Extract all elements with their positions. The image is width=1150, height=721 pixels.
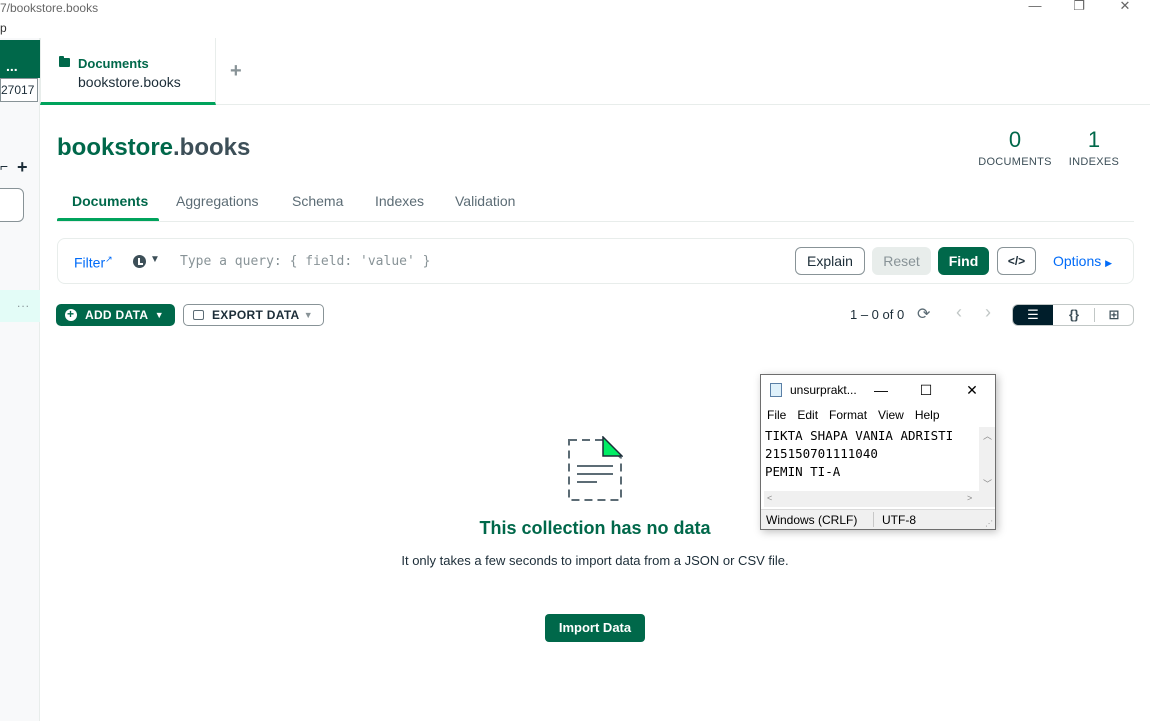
subtab-documents[interactable]: Documents — [72, 193, 148, 209]
scroll-right-icon[interactable]: > — [967, 493, 972, 503]
notepad-menu-help[interactable]: Help — [915, 408, 940, 422]
notepad-text-area[interactable]: TIKTA SHAPA VANIA ADRISTI 21515070111104… — [764, 427, 979, 491]
folder-icon — [59, 56, 70, 67]
scroll-left-icon[interactable]: < — [767, 493, 772, 503]
next-page-icon[interactable]: › — [985, 302, 991, 323]
notepad-horizontal-scrollbar[interactable]: < > — [764, 491, 979, 507]
connection-host-field[interactable]: 27017 — [0, 78, 38, 102]
notepad-menu-file[interactable]: File — [767, 408, 786, 422]
add-database-button[interactable]: + — [17, 157, 28, 178]
window-title: 7/bookstore.books — [0, 1, 99, 15]
line-ending-status: Windows (CRLF) — [766, 513, 858, 527]
notepad-icon — [770, 383, 782, 397]
add-tab-button[interactable]: + — [230, 60, 242, 83]
caret-down-icon: ▼ — [154, 310, 164, 320]
notepad-minimize-button[interactable]: — — [866, 380, 896, 400]
refresh-icon[interactable]: ⟳ — [917, 304, 930, 324]
window-restore-button[interactable]: ❐ — [1064, 0, 1094, 14]
code-view-button[interactable]: </> — [997, 247, 1036, 275]
empty-state-description: It only takes a few seconds to import da… — [401, 553, 789, 568]
collection-subtabs: Documents Aggregations Schema Indexes Va… — [57, 183, 1134, 222]
indexes-stat: 1 INDEXES — [1068, 127, 1120, 168]
subtab-schema[interactable]: Schema — [292, 193, 343, 209]
subtab-validation[interactable]: Validation — [455, 193, 515, 209]
status-divider — [873, 512, 874, 527]
subtab-indexes[interactable]: Indexes — [375, 193, 424, 209]
query-history-icon[interactable] — [133, 255, 146, 268]
empty-document-icon — [568, 436, 623, 501]
pagination-text: 1 – 0 of 0 — [850, 307, 905, 322]
export-data-button[interactable]: EXPORT DATA ▼ — [183, 304, 324, 326]
tab-subtitle: bookstore.books — [78, 74, 181, 90]
export-data-label: EXPORT DATA — [212, 308, 300, 322]
window-minimize-button[interactable]: — — [1020, 0, 1050, 14]
export-icon — [193, 310, 204, 320]
explain-button[interactable]: Explain — [795, 247, 865, 275]
add-data-button[interactable]: ADD DATA ▼ — [56, 304, 175, 326]
notepad-title: unsurprakt... — [790, 383, 857, 397]
table-view-icon[interactable]: ⊞ — [1094, 305, 1134, 325]
notepad-menu-edit[interactable]: Edit — [797, 408, 818, 422]
view-switcher: ☰ {} ⊞ — [1012, 304, 1134, 326]
filter-label: Filter — [74, 254, 106, 271]
collection-name: .books — [173, 134, 251, 161]
options-toggle[interactable]: Options ▶ — [1053, 253, 1112, 269]
notepad-menu-view[interactable]: View — [878, 408, 904, 422]
caret-down-icon: ▼ — [303, 310, 313, 320]
notepad-menu-format[interactable]: Format — [829, 408, 867, 422]
notepad-menubar: File Edit Format View Help — [767, 408, 951, 422]
options-label: Options — [1053, 253, 1102, 269]
tab-name: Documents — [78, 56, 149, 71]
sidebar — [0, 38, 40, 721]
scrollbar-corner — [979, 491, 995, 507]
sidebar-item-menu-button[interactable]: ... — [17, 296, 30, 310]
documents-label: DOCUMENTS — [978, 156, 1052, 168]
caret-right-icon: ▶ — [1105, 258, 1113, 268]
tab-strip: Documents bookstore.books + — [40, 38, 1150, 105]
scroll-up-icon[interactable]: ︿ — [983, 429, 992, 442]
scroll-down-icon[interactable]: ﹀ — [983, 477, 992, 490]
chevron-down-icon[interactable]: ▼ — [150, 254, 160, 265]
sidebar-arrow-icon[interactable]: ⌐ — [0, 158, 8, 174]
notepad-close-button[interactable]: ✕ — [957, 380, 987, 400]
notepad-titlebar[interactable]: unsurprakt... — ☐ ✕ — [761, 375, 995, 405]
plus-circle-icon — [65, 304, 77, 324]
menubar-fragment[interactable]: p — [0, 21, 7, 35]
indexes-count: 1 — [1087, 127, 1101, 152]
connection-menu-button[interactable]: ... — [0, 40, 40, 78]
tab-documents[interactable]: Documents bookstore.books — [40, 38, 216, 105]
json-view-icon[interactable]: {} — [1054, 305, 1094, 325]
documents-count: 0 — [1008, 127, 1022, 152]
query-input[interactable] — [180, 247, 780, 275]
documents-stat: 0 DOCUMENTS — [978, 127, 1052, 168]
list-view-icon[interactable]: ☰ — [1013, 305, 1053, 325]
add-data-label: ADD DATA — [85, 308, 149, 322]
active-subtab-indicator — [57, 218, 159, 221]
encoding-status: UTF-8 — [882, 513, 916, 527]
database-name: bookstore — [57, 134, 174, 161]
resize-grip-icon[interactable]: ⋰ — [985, 519, 993, 528]
notepad-vertical-scrollbar[interactable]: ︿ ﹀ — [979, 427, 995, 491]
subtab-aggregations[interactable]: Aggregations — [176, 193, 259, 209]
sidebar-search-input[interactable] — [0, 188, 24, 222]
empty-state-title: This collection has no data — [479, 518, 711, 538]
notepad-window: unsurprakt... — ☐ ✕ File Edit Format View He… — [760, 374, 996, 530]
find-button[interactable]: Find — [938, 247, 989, 275]
query-bar: Filter↗ ▼ Explain Reset Find </> Options… — [57, 238, 1134, 284]
window-titlebar: 7/bookstore.books — ❐ ✕ — [0, 0, 1150, 18]
prev-page-icon[interactable]: ‹ — [956, 302, 962, 323]
import-data-button[interactable]: Import Data — [545, 614, 645, 642]
filter-link[interactable]: Filter↗ — [74, 254, 113, 271]
notepad-maximize-button[interactable]: ☐ — [911, 380, 941, 400]
reset-button[interactable]: Reset — [872, 247, 931, 275]
indexes-label: INDEXES — [1068, 156, 1120, 168]
external-link-icon: ↗ — [105, 254, 113, 264]
collection-title: bookstore.books — [57, 134, 250, 162]
window-close-button[interactable]: ✕ — [1110, 0, 1140, 14]
notepad-statusbar: Windows (CRLF) UTF-8 ⋰ — [761, 509, 995, 529]
